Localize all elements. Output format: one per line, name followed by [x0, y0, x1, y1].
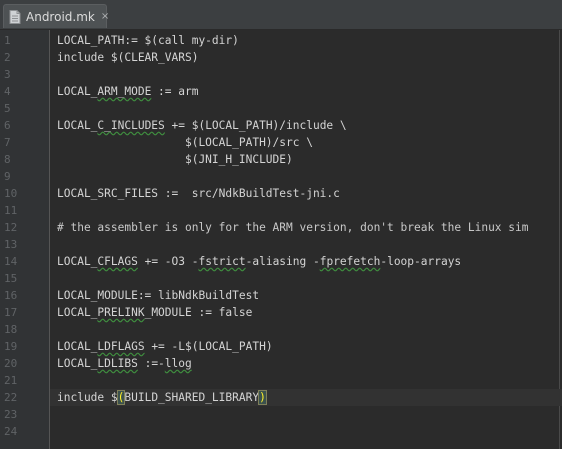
- line-number: 13: [4, 238, 18, 251]
- editor-tab-bar: Android.mk ×: [0, 0, 562, 30]
- code-line[interactable]: [50, 236, 562, 253]
- line-number: 1: [4, 34, 11, 47]
- tab-label: Android.mk: [26, 9, 95, 24]
- code-line[interactable]: include $(BUILD_SHARED_LIBRARY): [50, 389, 562, 406]
- code-line[interactable]: # the assembler is only for the ARM vers…: [50, 219, 562, 236]
- code-line[interactable]: [50, 202, 562, 219]
- line-number: 5: [4, 102, 11, 115]
- typo-underline: LDLIBS: [97, 357, 138, 370]
- line-number-gutter: 1 2 3 4 5 6 7 8 9 10 11 12 13 14 15 16 17 18 19 20 21 22 23 24: [0, 30, 50, 449]
- code-line[interactable]: LOCAL_C_INCLUDES += $(LOCAL_PATH)/includ…: [50, 117, 562, 134]
- line-number: 18: [4, 323, 18, 336]
- code-line[interactable]: [50, 168, 562, 185]
- code-line[interactable]: [50, 270, 562, 287]
- line-number: 8: [4, 153, 11, 166]
- line-number: 14: [4, 255, 18, 268]
- tab-android-mk[interactable]: Android.mk ×: [3, 4, 109, 28]
- line-number: 4: [4, 85, 11, 98]
- line-number: 12: [4, 221, 18, 234]
- line-number: 11: [4, 204, 18, 217]
- line-number: 22: [4, 391, 18, 404]
- typo-underline: C_INCLUDES: [97, 119, 165, 132]
- code-line[interactable]: [50, 321, 562, 338]
- typo-underline: fprefetch: [319, 255, 381, 268]
- close-icon[interactable]: ×: [101, 11, 109, 22]
- code-line[interactable]: $(LOCAL_PATH)/src \: [50, 134, 562, 151]
- code-line[interactable]: [50, 423, 562, 440]
- typo-underline: ARM_MODE: [97, 85, 152, 98]
- file-icon: [9, 9, 21, 24]
- code-line[interactable]: LOCAL_CFLAGS += -O3 -fstrict-aliasing -f…: [50, 253, 562, 270]
- text-caret: [265, 391, 267, 405]
- line-number: 19: [4, 340, 18, 353]
- code-line[interactable]: LOCAL_PRELINK_MODULE := false: [50, 304, 562, 321]
- code-editor[interactable]: 1 2 3 4 5 6 7 8 9 10 11 12 13 14 15 16 17 18 19 20 21 22 23 24 …: [0, 30, 562, 449]
- code-line[interactable]: LOCAL_SRC_FILES := src/NdkBuildTest-jni.…: [50, 185, 562, 202]
- line-number: 15: [4, 272, 18, 285]
- line-number: 6: [4, 119, 11, 132]
- line-number: 7: [4, 136, 11, 149]
- code-line[interactable]: LOCAL_LDFLAGS += -L$(LOCAL_PATH): [50, 338, 562, 355]
- code-line[interactable]: [50, 372, 562, 389]
- typo-underline: llog: [164, 357, 192, 370]
- line-number: 10: [4, 187, 18, 200]
- line-number: 24: [4, 425, 18, 438]
- line-number: 2: [4, 51, 11, 64]
- typo-underline: fstrict: [198, 255, 246, 268]
- line-number: 9: [4, 170, 11, 183]
- code-line[interactable]: LOCAL_PATH:= $(call my-dir): [50, 32, 562, 49]
- line-number: 21: [4, 374, 18, 387]
- editor-text-area[interactable]: LOCAL_PATH:= $(call my-dir) include $(CLE…: [50, 30, 562, 449]
- code-line[interactable]: include $(CLEAR_VARS): [50, 49, 562, 66]
- code-line[interactable]: LOCAL_ARM_MODE := arm: [50, 83, 562, 100]
- matched-paren: (: [116, 390, 126, 405]
- matched-paren: ): [258, 390, 267, 405]
- code-line[interactable]: $(JNI_H_INCLUDE): [50, 151, 562, 168]
- line-number: 23: [4, 408, 18, 421]
- typo-underline: CFLAGS: [97, 255, 138, 268]
- code-line[interactable]: LOCAL_MODULE:= libNdkBuildTest: [50, 287, 562, 304]
- code-line[interactable]: [50, 100, 562, 117]
- typo-underline: PRELINK: [97, 306, 145, 319]
- code-line[interactable]: LOCAL_LDLIBS :=-llog: [50, 355, 562, 372]
- line-number: 17: [4, 306, 18, 319]
- line-number: 20: [4, 357, 18, 370]
- code-line[interactable]: [50, 406, 562, 423]
- line-number: 16: [4, 289, 18, 302]
- code-line[interactable]: [50, 66, 562, 83]
- line-number: 3: [4, 68, 11, 81]
- typo-underline: LDFLAGS: [97, 340, 145, 353]
